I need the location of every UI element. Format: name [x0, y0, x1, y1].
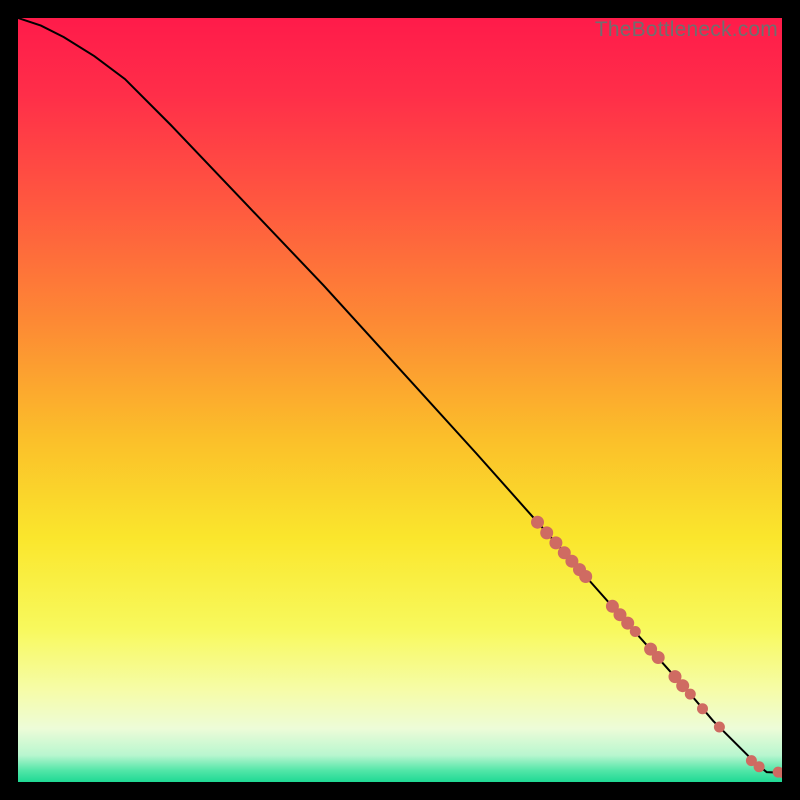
data-point — [714, 722, 724, 732]
data-point — [541, 527, 553, 539]
data-point — [532, 516, 544, 528]
data-point — [754, 762, 764, 772]
data-point — [698, 704, 708, 714]
data-point — [630, 627, 640, 637]
bottleneck-chart — [18, 18, 782, 782]
watermark-text: TheBottleneck.com — [595, 18, 778, 42]
data-point — [685, 689, 695, 699]
data-point — [652, 652, 664, 664]
data-point — [550, 537, 562, 549]
chart-frame: TheBottleneck.com — [18, 18, 782, 782]
data-point — [580, 571, 592, 583]
